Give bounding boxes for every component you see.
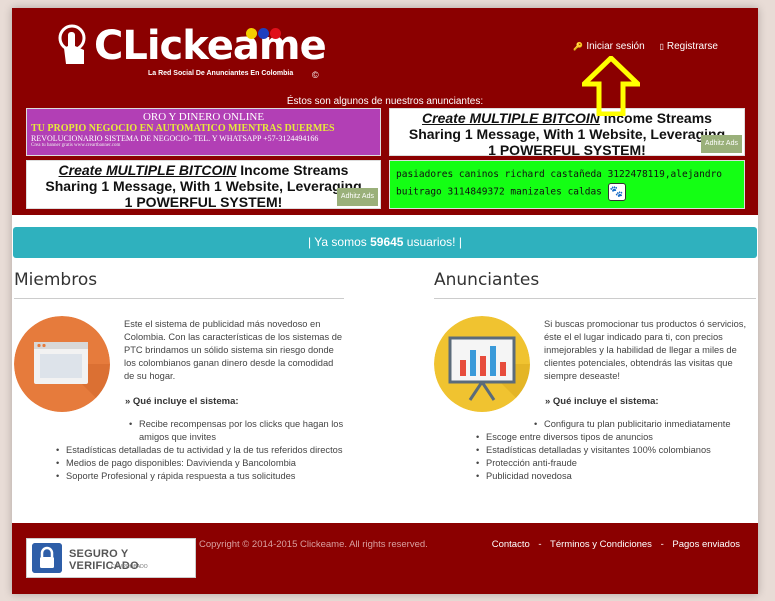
list-item: Publicidad novedosa (476, 470, 758, 483)
register-label: Registrarse (666, 41, 718, 52)
login-label: Iniciar sesión (586, 41, 645, 52)
register-icon: ▯ (659, 42, 664, 51)
ad-btc-rest3: 1 POWERFUL SYSTEM! (124, 194, 283, 209)
members-title: Miembros (14, 270, 344, 299)
ad-banner-bitcoin-2[interactable]: Create MULTIPLE BITCOIN Income Streams S… (26, 160, 381, 209)
key-icon: 🔑 (573, 42, 584, 51)
ad-banner-bitcoin-1[interactable]: Create MULTIPLE BITCOIN Income Streams S… (389, 108, 745, 156)
ad-network-badge[interactable]: Adhitz Ads (336, 188, 378, 206)
top-nav: 🔑 Iniciar sesión ▯ Registrarse (561, 41, 718, 52)
ad-network-badge[interactable]: Adhitz Ads (700, 135, 742, 153)
seal-subtitle: COMPROBADO (111, 564, 148, 570)
list-item: Recibe recompensas por los clicks que ha… (66, 418, 356, 444)
ad-caninos-text: pasiadores caninos richard castañeda 312… (396, 169, 723, 198)
list-item: Soporte Profesional y rápida respuesta a… (56, 470, 356, 483)
advertisers-band: Éstos son algunos de nuestros anunciante… (12, 90, 758, 215)
list-item: Estadísticas detalladas y visitantes 100… (476, 444, 758, 457)
header: CLickeame La Red Social De Anunciantes E… (12, 8, 758, 90)
login-link[interactable]: 🔑 Iniciar sesión (573, 41, 644, 52)
ad-btc-rest2: Sharing 1 Message, With 1 Website, Lever… (408, 126, 726, 142)
ad-oro-line2: TU PROPIO NEGOCIO EN AUTOMATICO MIENTRAS… (31, 123, 335, 134)
ad-oro-line4: Crea tu banner gratis www.creartbanner.c… (31, 143, 121, 148)
members-includes-label: » Qué incluye el sistema: (125, 396, 239, 407)
ad-btc-highlight: Create MULTIPLE BITCOIN (58, 162, 237, 178)
members-description: Este el sistema de publicidad más novedo… (124, 319, 343, 381)
list-item: Medios de pago disponibles: Davivienda y… (56, 457, 356, 470)
advertisers-includes-label: » Qué incluye el sistema: (545, 396, 659, 407)
footer-nav: Contacto - Términos y Condiciones - Pago… (492, 539, 740, 550)
register-link[interactable]: ▯ Registrarse (659, 41, 718, 52)
footer-separator: - (660, 539, 664, 550)
advertisers-description: Si buscas promocionar tus productos ó se… (544, 319, 747, 381)
user-count-bar: | Ya somos 59645 usuarios! | (13, 227, 757, 258)
security-seal[interactable]: SEGURO Y VERIFICADO COMPROBADO (26, 538, 196, 578)
ad-btc-rest3: 1 POWERFUL SYSTEM! (488, 142, 646, 156)
list-item: Configura tu plan publicitario inmediata… (486, 418, 758, 431)
paw-icon: 🐾 (607, 183, 626, 201)
list-item: Estadísticas detalladas de tu actividad … (56, 444, 356, 457)
footer-link-terminos[interactable]: Términos y Condiciones (550, 539, 652, 550)
footer-link-contacto[interactable]: Contacto (492, 539, 530, 550)
footer-separator: - (538, 539, 542, 550)
members-feature-list: Recibe recompensas por los clicks que ha… (56, 418, 356, 483)
user-count-prefix: | Ya somos (308, 235, 371, 249)
footer-link-pagos[interactable]: Pagos enviados (672, 539, 740, 550)
arrow-up-icon (582, 56, 640, 116)
advertisers-band-title: Éstos son algunos de nuestros anunciante… (286, 96, 484, 107)
user-count: 59645 (370, 235, 404, 249)
ad-banner-caninos[interactable]: pasiadores caninos richard castañeda 312… (389, 160, 745, 209)
page-frame: CLickeame La Red Social De Anunciantes E… (12, 8, 758, 594)
ad-oro-line1: ORO Y DINERO ONLINE (142, 111, 265, 123)
ad-btc-rest2: Sharing 1 Message, With 1 Website, Lever… (45, 178, 362, 194)
copyright-text: Copyright © 2014-2015 Clickeame. All rig… (199, 539, 428, 550)
presentation-chart-icon (434, 316, 530, 412)
ad-btc-rest1: Income Streams (236, 162, 349, 178)
list-item: Protección anti-fraude (476, 457, 758, 470)
ad-banner-oro[interactable]: ORO Y DINERO ONLINE TU PROPIO NEGOCIO EN… (26, 108, 381, 156)
footer: SEGURO Y VERIFICADO COMPROBADO Copyright… (12, 523, 758, 594)
padlock-icon (32, 543, 62, 573)
advertisers-feature-list: Configura tu plan publicitario inmediata… (476, 418, 758, 483)
members-section: Miembros Este el sistema de publicidad m… (14, 270, 344, 483)
hand-pointer-icon (58, 24, 86, 64)
logo-tagline: La Red Social De Anunciantes En Colombia (148, 70, 294, 77)
advertisers-section: Anunciantes Si buscas promocionar tus pr… (434, 270, 756, 483)
user-count-suffix: usuarios! | (403, 235, 462, 249)
advertisers-title: Anunciantes (434, 270, 756, 299)
ad-oro-line3: REVOLUCIONARIO SISTEMA DE NEGOCIO- TEL. … (31, 134, 319, 143)
ad-btc-highlight: Create MULTIPLE BITCOIN (422, 110, 600, 126)
logo-flag-dots (246, 26, 282, 44)
logo[interactable]: CLickeame La Red Social De Anunciantes E… (54, 22, 327, 84)
list-item: Escoge entre diversos tipos de anuncios (476, 431, 758, 444)
logo-copyright: © (312, 70, 319, 80)
logo-text: CLickeame (94, 23, 327, 69)
browser-window-icon (14, 316, 110, 412)
